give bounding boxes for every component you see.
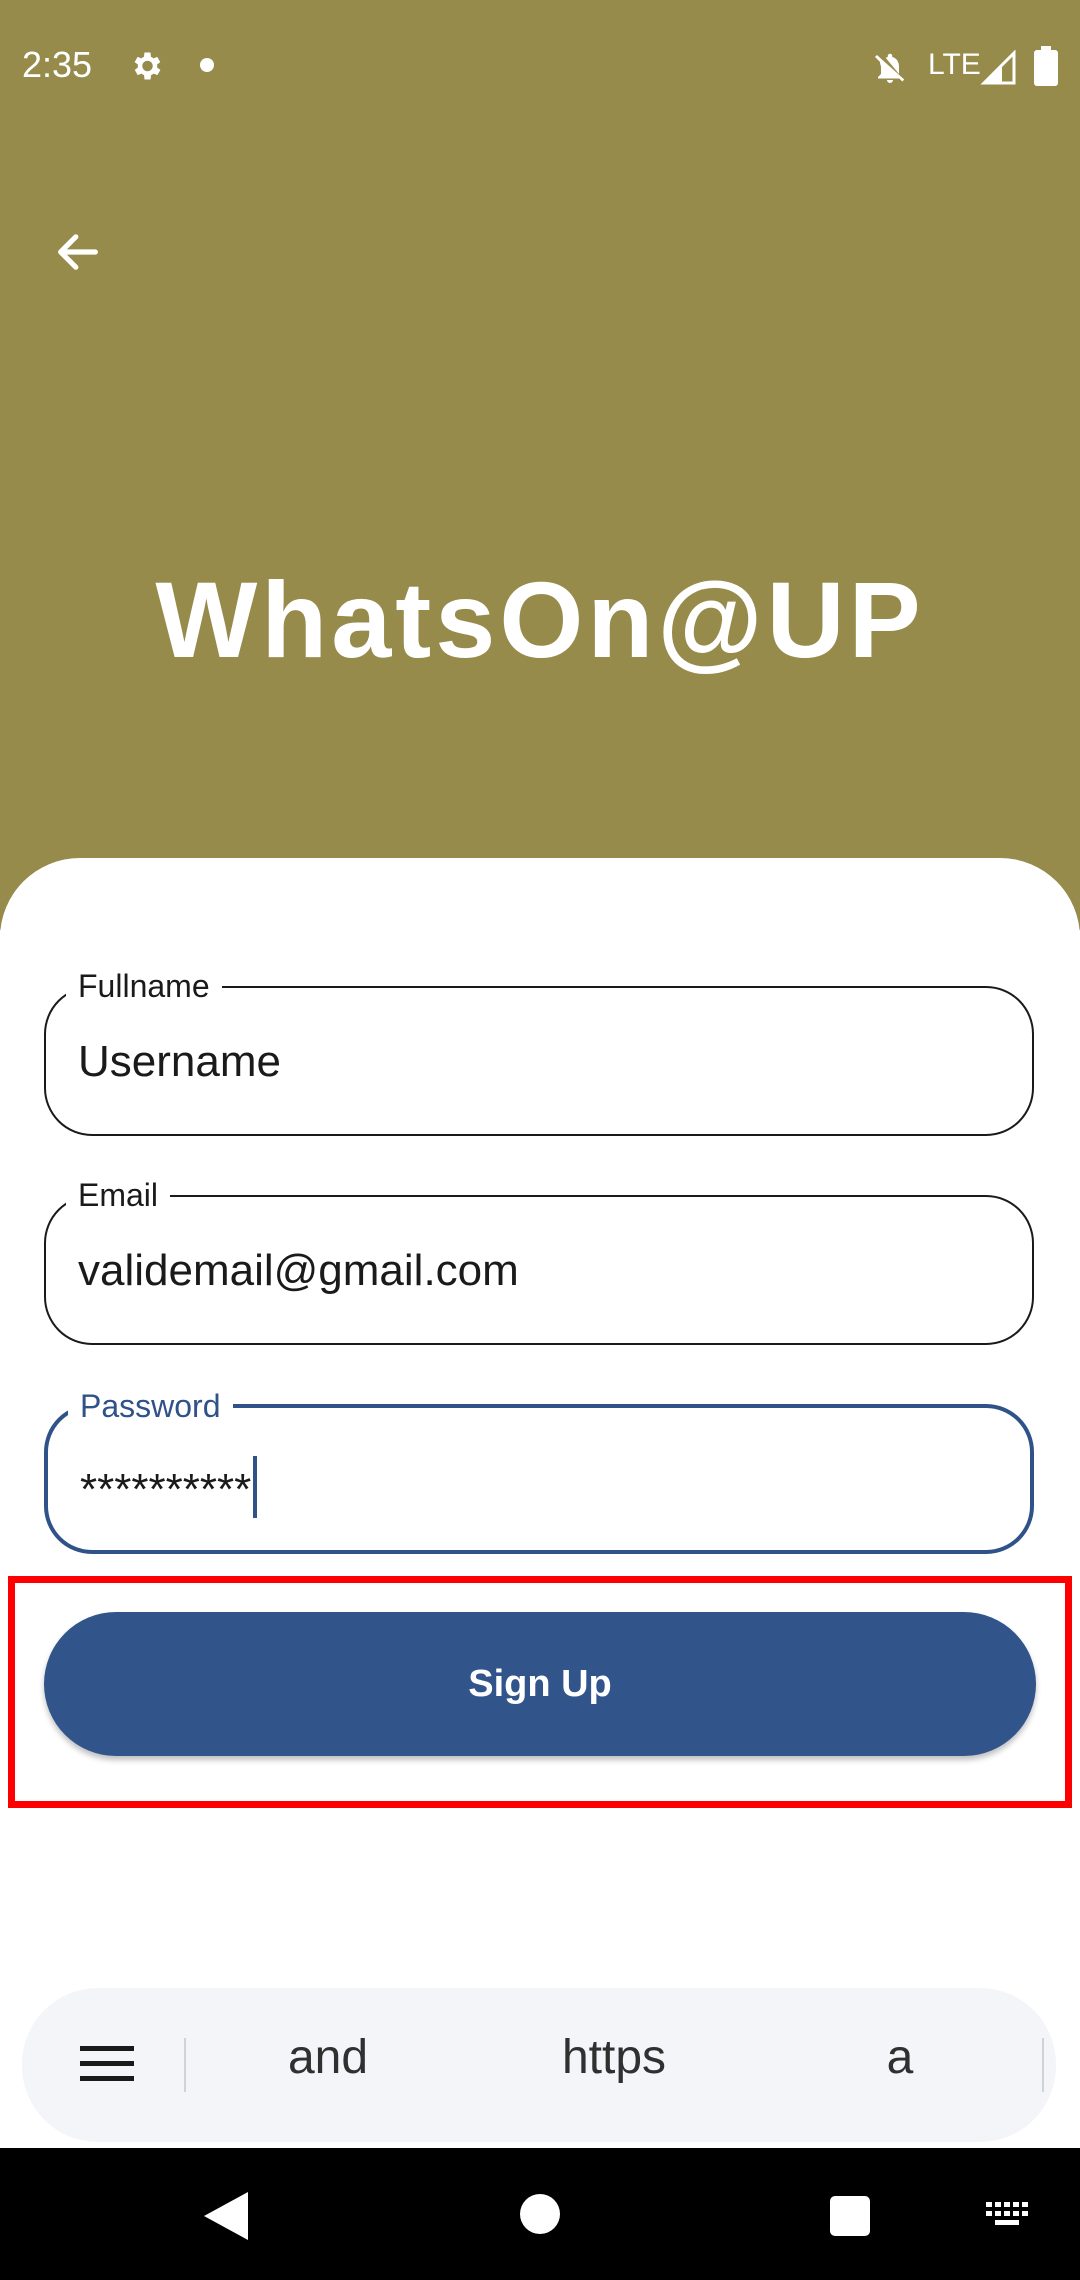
email-value: validemail@gmail.com [78, 1246, 519, 1295]
suggestion-item[interactable]: https [494, 2030, 734, 2085]
menu-icon[interactable] [80, 2044, 134, 2084]
header: 2:35 LTE WhatsOn@UP [0, 0, 1080, 930]
notification-dot [200, 58, 214, 72]
password-value-wrap: ********** [80, 1456, 258, 1518]
email-field[interactable]: Email validemail@gmail.com [44, 1177, 1034, 1345]
arrow-left-icon [58, 234, 98, 270]
status-time: 2:35 [22, 44, 93, 85]
password-label: Password [68, 1388, 233, 1424]
fullname-value: Username [78, 1037, 281, 1086]
nav-recents-icon[interactable] [830, 2196, 870, 2236]
email-label: Email [66, 1177, 171, 1213]
text-cursor [253, 1456, 258, 1518]
nav-home-icon[interactable] [520, 2194, 560, 2234]
battery-icon [1034, 46, 1058, 86]
navigation-bar [0, 2148, 1080, 2280]
nav-back-icon[interactable] [204, 2192, 248, 2240]
suggestion-item[interactable]: and [208, 2030, 448, 2085]
keyboard-suggestion-bar: and https a [22, 1988, 1056, 2142]
keyboard-icon[interactable] [986, 2202, 1030, 2230]
notifications-off-icon [875, 53, 905, 83]
suggestion-divider [184, 2038, 186, 2092]
suggestion-item[interactable]: a [780, 2030, 1020, 2085]
password-field[interactable]: Password ********** [44, 1388, 1034, 1554]
app-title: WhatsOn@UP [155, 559, 925, 680]
password-value: ********** [80, 1465, 252, 1514]
signal-icon [980, 50, 1016, 85]
network-type: LTE [928, 48, 981, 81]
signup-button[interactable]: Sign Up [44, 1612, 1036, 1756]
back-button[interactable] [38, 212, 118, 292]
fullname-field[interactable]: Fullname Username [44, 968, 1034, 1136]
gear-icon [134, 52, 161, 80]
suggestion-divider [1042, 2038, 1044, 2092]
status-bar: 2:35 LTE [0, 0, 1080, 134]
fullname-label: Fullname [66, 968, 222, 1004]
